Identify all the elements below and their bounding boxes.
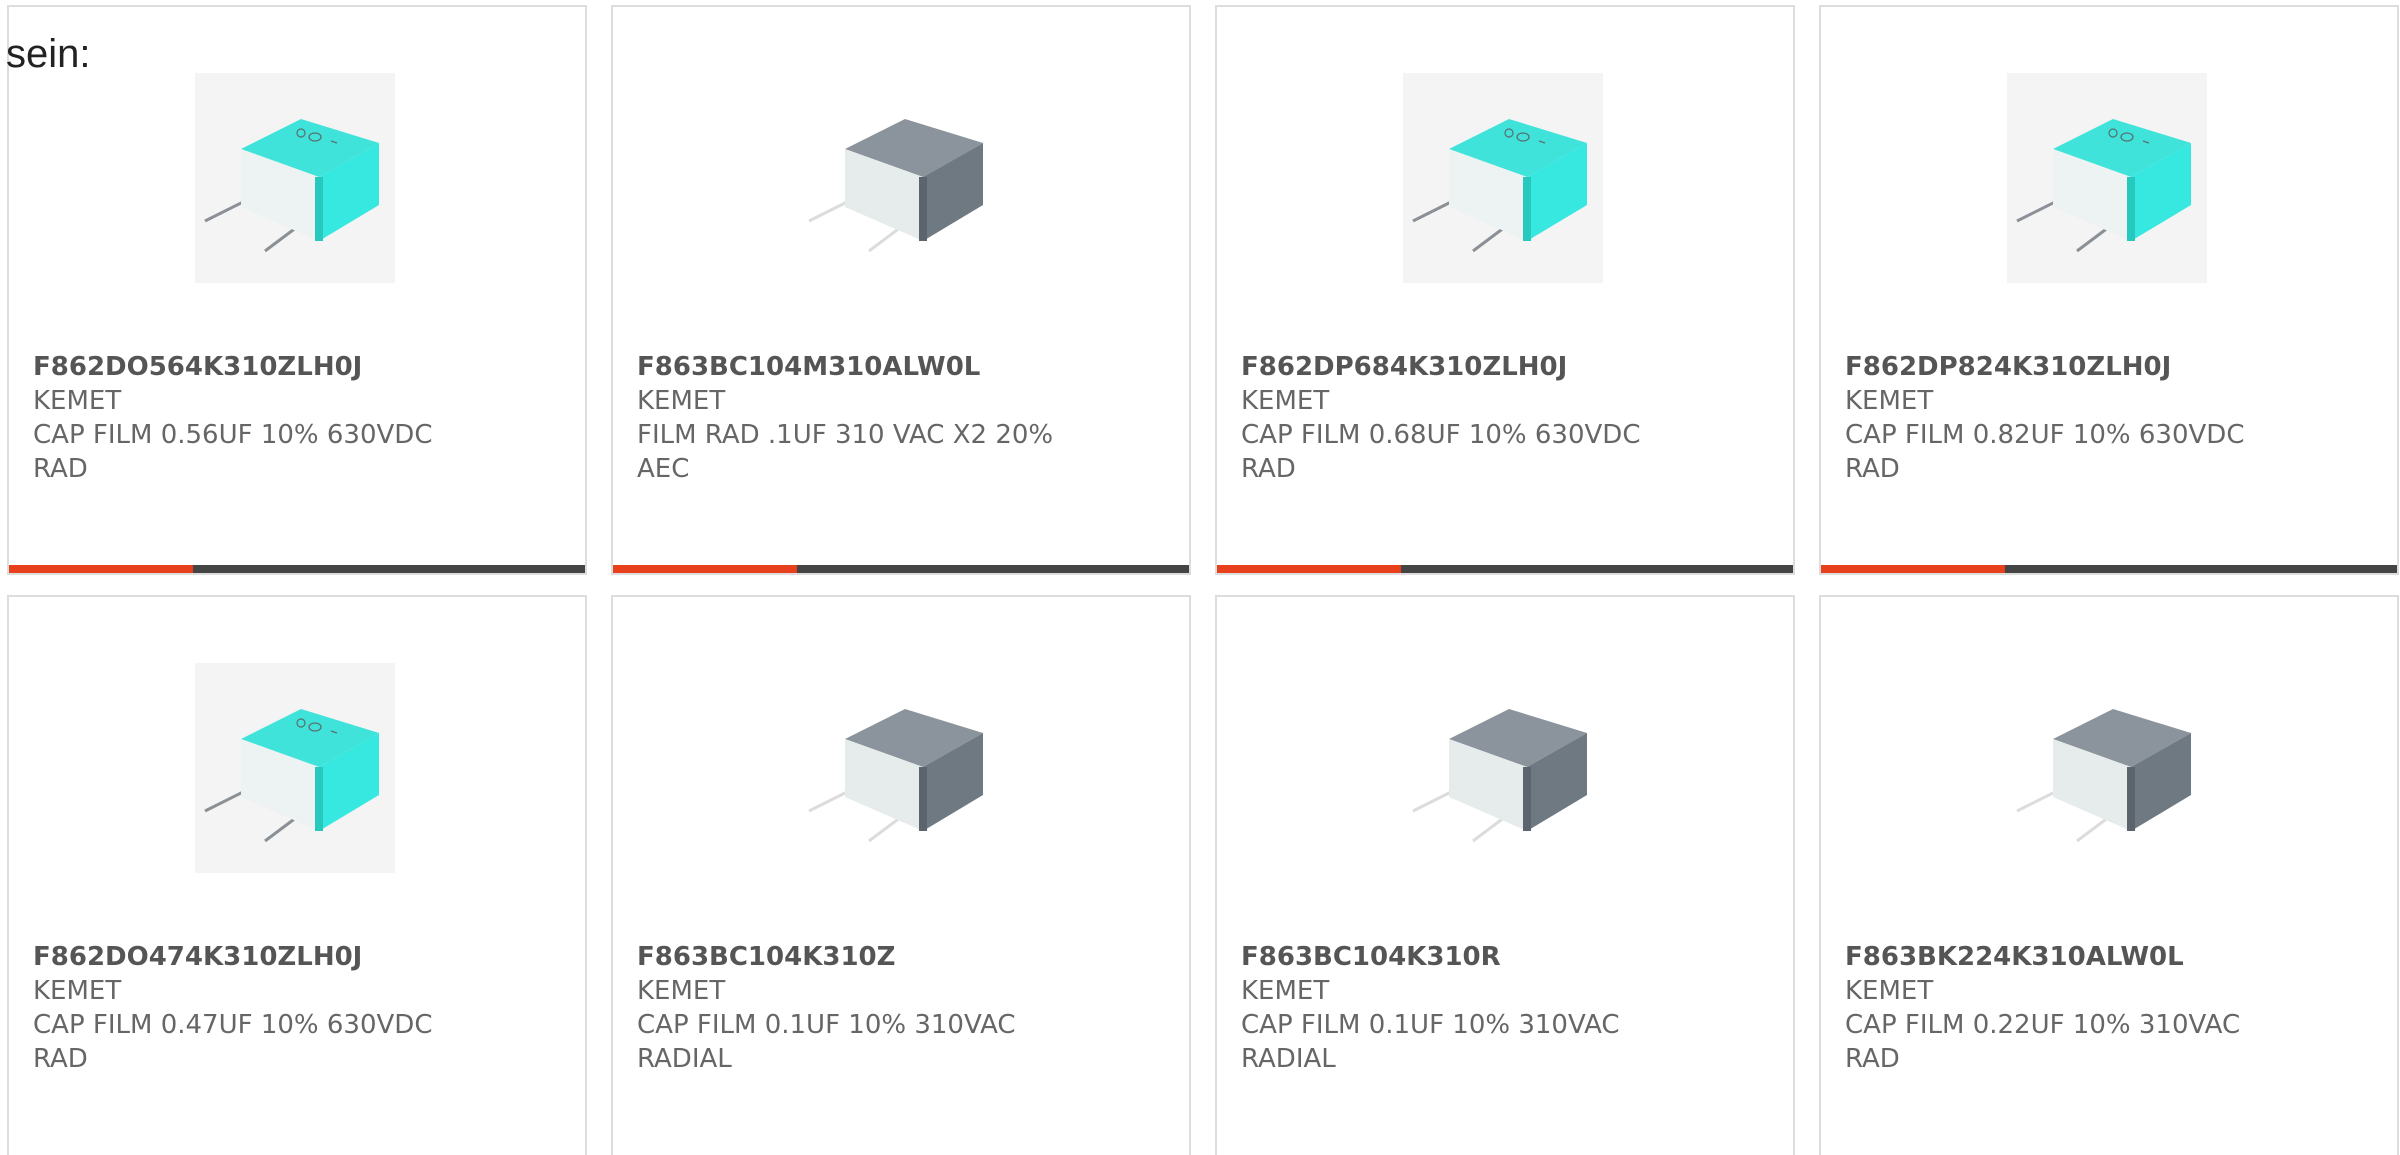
- product-info: F862DP824K310ZLH0J KEMET CAP FILM 0.82UF 1…: [1845, 350, 2373, 486]
- product-info: F863BC104K310R KEMET CAP FILM 0.1UF 10% 31…: [1241, 940, 1769, 1076]
- part-number-link[interactable]: F862DO564K310ZLH0J: [33, 350, 561, 384]
- product-card[interactable]: F863BC104K310Z KEMET CAP FILM 0.1UF 10% 31…: [611, 595, 1191, 1155]
- product-info: F863BK224K310ALW0L KEMET CAP FILM 0.22UF 1…: [1845, 940, 2373, 1076]
- carousel-progress-bar: [1217, 565, 1793, 573]
- manufacturer-name: KEMET: [637, 386, 726, 416]
- product-card[interactable]: F862DO564K310ZLH0J KEMET CAP FILM 0.56UF 1…: [7, 5, 587, 575]
- product-card[interactable]: F862DP824K310ZLH0J KEMET CAP FILM 0.82UF 1…: [1819, 5, 2399, 575]
- product-info: F863BC104K310Z KEMET CAP FILM 0.1UF 10% 31…: [637, 940, 1165, 1076]
- manufacturer-name: KEMET: [1241, 386, 1330, 416]
- product-description: FILM RAD .1UF 310 VAC X2 20% AEC: [637, 420, 1054, 484]
- product-card[interactable]: F863BC104M310ALW0L KEMET FILM RAD .1UF 310…: [611, 5, 1191, 575]
- product-info: F863BC104M310ALW0L KEMET FILM RAD .1UF 310…: [637, 350, 1165, 486]
- grey-capacitor-image[interactable]: [799, 663, 999, 873]
- product-card[interactable]: F863BC104K310R KEMET CAP FILM 0.1UF 10% 31…: [1215, 595, 1795, 1155]
- part-number-link[interactable]: F863BK224K310ALW0L: [1845, 940, 2373, 974]
- product-description: CAP FILM 0.47UF 10% 630VDC RAD: [33, 1010, 433, 1074]
- product-description: CAP FILM 0.68UF 10% 630VDC RAD: [1241, 420, 1641, 484]
- product-description: CAP FILM 0.82UF 10% 630VDC RAD: [1845, 420, 2245, 484]
- intro-text: sein:: [6, 32, 91, 76]
- grey-capacitor-image[interactable]: [799, 73, 999, 283]
- product-description: CAP FILM 0.1UF 10% 310VAC RADIAL: [1241, 1010, 1620, 1074]
- part-number-link[interactable]: F863BC104K310Z: [637, 940, 1165, 974]
- part-number-link[interactable]: F862DP824K310ZLH0J: [1845, 350, 2373, 384]
- part-number-link[interactable]: F862DP684K310ZLH0J: [1241, 350, 1769, 384]
- product-card[interactable]: F862DO474K310ZLH0J KEMET CAP FILM 0.47UF 1…: [7, 595, 587, 1155]
- teal-capacitor-image[interactable]: [195, 73, 395, 283]
- product-info: F862DP684K310ZLH0J KEMET CAP FILM 0.68UF 1…: [1241, 350, 1769, 486]
- carousel-progress-fill: [9, 565, 194, 573]
- part-number-link[interactable]: F863BC104K310R: [1241, 940, 1769, 974]
- manufacturer-name: KEMET: [1241, 976, 1330, 1006]
- product-info: F862DO564K310ZLH0J KEMET CAP FILM 0.56UF 1…: [33, 350, 561, 486]
- product-grid: F862DO564K310ZLH0J KEMET CAP FILM 0.56UF 1…: [7, 5, 2399, 1155]
- product-listing-page: sein: F862DO564K310ZLH0J KEMET CAP FILM 0.…: [0, 0, 2400, 1155]
- product-description: CAP FILM 0.1UF 10% 310VAC RADIAL: [637, 1010, 1016, 1074]
- manufacturer-name: KEMET: [33, 976, 122, 1006]
- manufacturer-name: KEMET: [33, 386, 122, 416]
- product-card[interactable]: F862DP684K310ZLH0J KEMET CAP FILM 0.68UF 1…: [1215, 5, 1795, 575]
- part-number-link[interactable]: F862DO474K310ZLH0J: [33, 940, 561, 974]
- teal-capacitor-image[interactable]: [2007, 73, 2207, 283]
- grey-capacitor-image[interactable]: [1403, 663, 1603, 873]
- carousel-progress-fill: [1821, 565, 2006, 573]
- carousel-progress-bar: [9, 565, 585, 573]
- product-description: CAP FILM 0.22UF 10% 310VAC RAD: [1845, 1010, 2241, 1074]
- carousel-progress-fill: [1217, 565, 1402, 573]
- teal-capacitor-image[interactable]: [1403, 73, 1603, 283]
- manufacturer-name: KEMET: [1845, 386, 1934, 416]
- grey-capacitor-image[interactable]: [2007, 663, 2207, 873]
- product-info: F862DO474K310ZLH0J KEMET CAP FILM 0.47UF 1…: [33, 940, 561, 1076]
- teal-capacitor-image[interactable]: [195, 663, 395, 873]
- manufacturer-name: KEMET: [637, 976, 726, 1006]
- product-description: CAP FILM 0.56UF 10% 630VDC RAD: [33, 420, 433, 484]
- carousel-progress-fill: [613, 565, 798, 573]
- carousel-progress-bar: [1821, 565, 2397, 573]
- product-card[interactable]: F863BK224K310ALW0L KEMET CAP FILM 0.22UF 1…: [1819, 595, 2399, 1155]
- carousel-progress-bar: [613, 565, 1189, 573]
- part-number-link[interactable]: F863BC104M310ALW0L: [637, 350, 1165, 384]
- manufacturer-name: KEMET: [1845, 976, 1934, 1006]
